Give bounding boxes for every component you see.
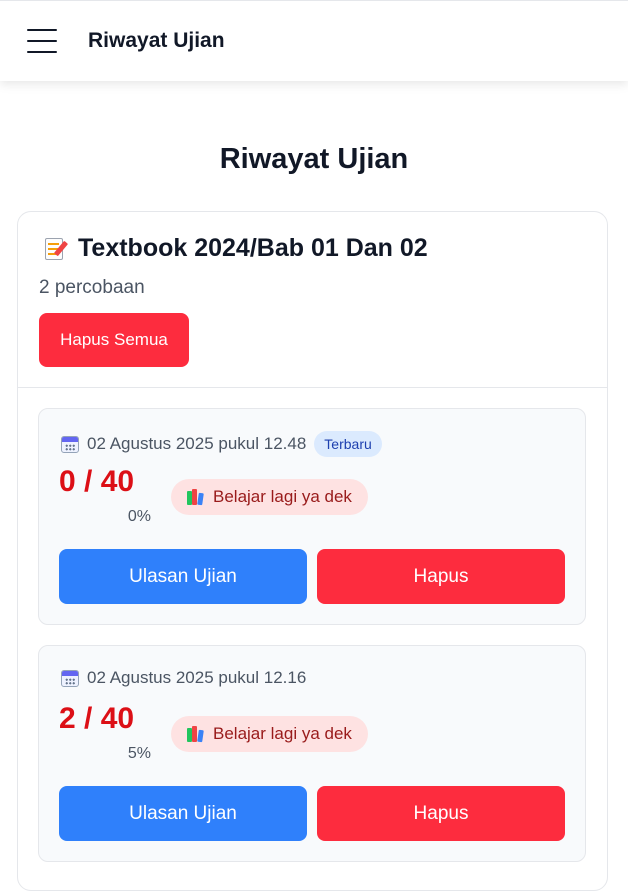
exam-history-card: Textbook 2024/Bab 01 Dan 02 2 percobaan … [17, 211, 608, 891]
calendar-icon [61, 669, 79, 687]
app-bar-title: Riwayat Ujian [88, 29, 225, 52]
attempt-date-text: 02 Agustus 2025 pukul 12.16 [87, 668, 307, 687]
review-exam-button[interactable]: Ulasan Ujian [59, 786, 307, 841]
top-app-bar: Riwayat Ujian [0, 0, 628, 81]
hamburger-icon[interactable] [27, 29, 57, 53]
attempt-percent: 5% [127, 745, 151, 762]
delete-attempt-button[interactable]: Hapus [317, 549, 565, 604]
calendar-icon [61, 435, 79, 453]
attempt-item: 02 Agustus 2025 pukul 12.16 2 / 40 5% Be… [38, 645, 586, 862]
delete-attempt-button[interactable]: Hapus [317, 786, 565, 841]
feedback-badge: Belajar lagi ya dek [171, 716, 368, 752]
attempt-date: 02 Agustus 2025 pukul 12.48 Terbaru [61, 431, 382, 457]
attempt-percent: 0% [127, 508, 151, 525]
feedback-badge: Belajar lagi ya dek [171, 479, 368, 515]
attempt-item: 02 Agustus 2025 pukul 12.48 Terbaru 0 / … [38, 408, 586, 625]
feedback-text: Belajar lagi ya dek [213, 724, 352, 743]
attempt-score: 2 / 40 [59, 702, 135, 735]
exam-title-text: Textbook 2024/Bab 01 Dan 02 [78, 234, 428, 262]
books-icon [187, 726, 205, 743]
attempt-count: 2 percobaan [39, 277, 145, 298]
review-exam-button[interactable]: Ulasan Ujian [59, 549, 307, 604]
exam-title: Textbook 2024/Bab 01 Dan 02 [44, 234, 428, 263]
delete-all-button[interactable]: Hapus Semua [39, 313, 189, 367]
exam-card-header: Textbook 2024/Bab 01 Dan 02 2 percobaan … [18, 212, 607, 388]
attempt-date-text: 02 Agustus 2025 pukul 12.48 [87, 434, 307, 453]
page-title: Riwayat Ujian [219, 143, 409, 175]
memo-icon [44, 236, 69, 262]
latest-badge: Terbaru [314, 431, 382, 457]
attempt-score: 0 / 40 [59, 465, 135, 498]
books-icon [187, 489, 205, 506]
feedback-text: Belajar lagi ya dek [213, 487, 352, 506]
attempt-date: 02 Agustus 2025 pukul 12.16 [61, 668, 306, 688]
